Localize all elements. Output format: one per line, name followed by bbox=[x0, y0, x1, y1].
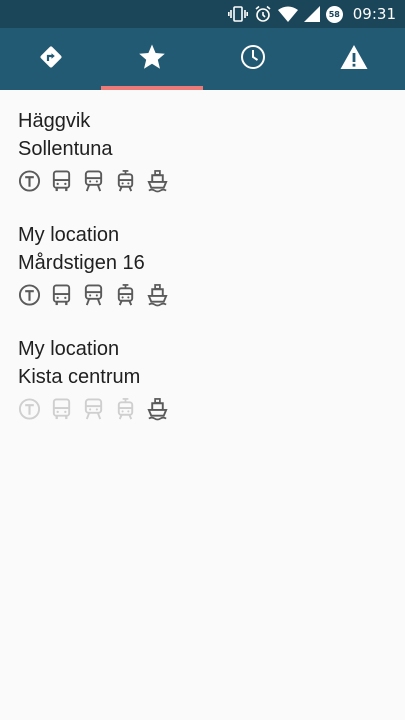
metro-icon bbox=[18, 169, 41, 193]
transport-modes bbox=[18, 397, 405, 421]
bus-icon bbox=[50, 169, 73, 193]
star-icon bbox=[137, 42, 167, 76]
clock-icon bbox=[240, 44, 266, 74]
boat-icon bbox=[146, 397, 169, 421]
favorites-list: Häggvik Sollentuna My location Mårdstige… bbox=[0, 90, 405, 432]
bus-icon bbox=[50, 397, 73, 421]
route-destination: Mårdstigen 16 bbox=[18, 252, 145, 274]
tab-directions[interactable] bbox=[0, 28, 101, 90]
wifi-icon bbox=[277, 0, 298, 28]
warning-icon bbox=[340, 44, 368, 74]
transport-modes bbox=[18, 283, 405, 307]
train-icon bbox=[82, 397, 105, 421]
battery-level: 58 bbox=[325, 5, 343, 23]
metro-icon bbox=[18, 397, 41, 421]
tram-icon bbox=[114, 397, 137, 421]
route-origin: Häggvik bbox=[18, 110, 91, 132]
tram-icon bbox=[114, 169, 137, 193]
tab-deviations[interactable] bbox=[304, 28, 405, 90]
signal-icon bbox=[303, 0, 320, 28]
transport-modes bbox=[18, 169, 405, 193]
route-origin: My location bbox=[18, 224, 120, 246]
route-destination: Sollentuna bbox=[18, 138, 113, 160]
route-origin: My location bbox=[18, 338, 120, 360]
train-icon bbox=[82, 169, 105, 193]
favorite-route-item[interactable]: My location Mårdstigen 16 bbox=[0, 204, 405, 318]
route-destination: Kista centrum bbox=[18, 366, 141, 388]
tab-bar bbox=[0, 28, 405, 90]
battery-icon: 58 bbox=[325, 0, 343, 28]
train-icon bbox=[82, 283, 105, 307]
status-time: 09:31 bbox=[352, 5, 396, 23]
boat-icon bbox=[146, 283, 169, 307]
directions-icon bbox=[38, 44, 64, 74]
bus-icon bbox=[50, 283, 73, 307]
tab-history[interactable] bbox=[203, 28, 304, 90]
tab-favorites[interactable] bbox=[101, 28, 203, 90]
status-bar: 58 09:31 bbox=[0, 0, 405, 28]
favorite-route-item[interactable]: My location Kista centrum bbox=[0, 318, 405, 432]
boat-icon bbox=[146, 169, 169, 193]
alarm-icon bbox=[254, 0, 272, 28]
vibrate-icon bbox=[227, 0, 248, 28]
favorite-route-item[interactable]: Häggvik Sollentuna bbox=[0, 90, 405, 204]
metro-icon bbox=[18, 283, 41, 307]
tram-icon bbox=[114, 283, 137, 307]
